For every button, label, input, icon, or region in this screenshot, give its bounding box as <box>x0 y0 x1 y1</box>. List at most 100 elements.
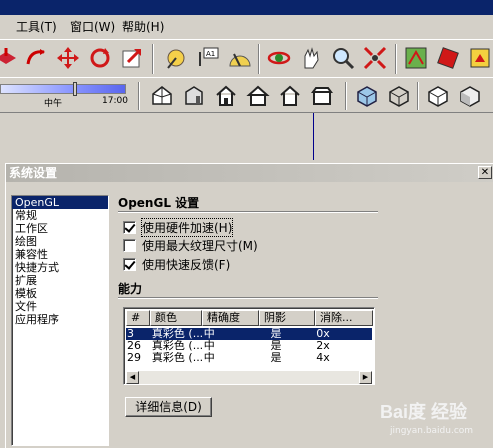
scroll-left-arrow-icon[interactable]: ◀ <box>126 371 139 384</box>
sidebar-item[interactable]: 应用程序 <box>12 313 108 326</box>
menu-help[interactable]: 帮助(H) <box>120 19 166 35</box>
push-pull-icon[interactable] <box>0 44 20 72</box>
table-cell: 是 <box>270 352 282 364</box>
capability-table[interactable]: # 颜色 精确度 阴影 消除... 3 真彩色 (... 中是 0x 26 真彩色 (... 中是 2… <box>123 307 375 385</box>
horizontal-scrollbar[interactable]: ◀ ▶ <box>126 371 372 384</box>
sidebar-item[interactable]: 兼容性 <box>12 248 108 261</box>
sidebar-item[interactable]: 扩展 <box>12 274 108 287</box>
hardware-acceleration-checkbox[interactable] <box>123 220 136 234</box>
toolbar-separator <box>417 82 419 110</box>
components-icon[interactable] <box>434 44 462 72</box>
option-hardware-acceleration[interactable]: 使用硬件加速(H) <box>123 217 234 237</box>
sidebar-item[interactable]: OpenGL <box>12 196 108 209</box>
option-max-texture-size[interactable]: 使用最大纹理尺寸(M) <box>123 237 258 253</box>
fast-feedback-checkbox[interactable] <box>123 257 136 271</box>
dimension-icon[interactable]: A1 <box>194 44 222 72</box>
table-cell: 3 <box>127 328 134 340</box>
sidebar-item[interactable]: 绘图 <box>12 235 108 248</box>
option-fast-feedback[interactable]: 使用快速反馈(F) <box>123 256 230 272</box>
column-header[interactable]: 消除... <box>315 310 373 326</box>
settings-category-list[interactable]: OpenGL 常规 工作区 绘图 兼容性 快捷方式 扩展 模板 文件 应用程序 <box>11 195 109 446</box>
shaded-style-icon[interactable] <box>456 82 484 110</box>
orbit-icon[interactable] <box>265 44 293 72</box>
table-row[interactable]: 29 真彩色 (... 中 是 4x <box>126 352 372 364</box>
sidebar-item[interactable]: 工作区 <box>12 222 108 235</box>
tape-measure-icon[interactable] <box>162 44 190 72</box>
dialog-title: 系统设置 <box>9 166 58 180</box>
pan-hand-icon[interactable] <box>297 44 325 72</box>
sidebar-item[interactable]: 模板 <box>12 287 108 300</box>
column-header[interactable]: # <box>126 310 150 326</box>
fast-feedback-label: 使用快速反馈(F) <box>142 257 231 272</box>
follow-me-icon[interactable] <box>22 44 50 72</box>
baidu-watermark-url: jingyan.baidu.com <box>390 426 474 436</box>
toolbar-separator <box>152 44 154 74</box>
menu-window[interactable]: 窗口(W) <box>68 19 117 35</box>
sidebar-item[interactable]: 文件 <box>12 300 108 313</box>
table-cell: 是 <box>270 340 282 352</box>
section-divider <box>118 211 378 213</box>
menu-tools[interactable]: 工具(T) <box>14 19 59 35</box>
scale-icon[interactable] <box>118 44 146 72</box>
table-cell: 4x <box>316 352 330 364</box>
table-row[interactable]: 3 真彩色 (... 中 是 0x <box>126 328 372 340</box>
table-cell: 真彩色 (... <box>151 352 202 364</box>
table-cell: 29 <box>127 352 141 364</box>
hidden-line-style-icon[interactable] <box>424 82 452 110</box>
table-cell: 0x <box>316 328 330 340</box>
details-button[interactable]: 详细信息(D) <box>125 397 212 417</box>
menu-bar: 工具(T) 窗口(W) 帮助(H) <box>0 15 493 39</box>
wireframe-style-icon[interactable] <box>385 82 413 110</box>
sun-time-slider-thumb[interactable] <box>73 82 77 96</box>
move-icon[interactable] <box>54 44 82 72</box>
table-cell: 真彩色 (... <box>151 328 202 340</box>
sun-slider-end-label: 17:00 <box>102 96 128 106</box>
iso-view-icon[interactable] <box>148 82 176 110</box>
app-title-bar <box>0 0 493 15</box>
blue-axis-line <box>313 113 314 160</box>
table-row[interactable]: 26 真彩色 (... 中 是 2x <box>126 340 372 352</box>
zoom-extents-icon[interactable] <box>361 44 389 72</box>
toolbar-separator <box>345 82 347 110</box>
hardware-acceleration-label: 使用硬件加速(H) <box>140 217 234 237</box>
table-cell: 26 <box>127 340 141 352</box>
sun-time-slider[interactable] <box>0 84 126 94</box>
sun-slider-mid-label: 中午 <box>44 99 63 109</box>
table-cell: 中 <box>203 328 215 340</box>
protractor-icon[interactable] <box>226 44 254 72</box>
back-view-icon[interactable] <box>276 82 304 110</box>
max-texture-size-checkbox[interactable] <box>123 238 136 252</box>
opengl-section-title: OpenGL 设置 <box>118 196 200 210</box>
right-view-icon[interactable] <box>244 82 272 110</box>
front-view-icon[interactable] <box>212 82 240 110</box>
table-cell: 2x <box>316 340 330 352</box>
toolbar-row-1: A1 <box>0 39 493 77</box>
toolbar-separator <box>395 44 397 74</box>
max-texture-size-label: 使用最大纹理尺寸(M) <box>142 238 258 253</box>
zoom-icon[interactable] <box>329 44 357 72</box>
close-button[interactable]: ✕ <box>478 166 492 179</box>
table-cell: 是 <box>270 328 282 340</box>
toolbar-separator <box>138 82 140 110</box>
map-icon[interactable] <box>402 44 430 72</box>
table-cell: 中 <box>203 340 215 352</box>
sidebar-item[interactable]: 常规 <box>12 209 108 222</box>
sidebar-item[interactable]: 快捷方式 <box>12 261 108 274</box>
warehouse-icon[interactable] <box>466 44 493 72</box>
column-header[interactable]: 颜色 <box>150 310 202 326</box>
dialog-title-bar[interactable]: 系统设置 ✕ <box>6 164 493 182</box>
table-cell: 中 <box>203 352 215 364</box>
column-header[interactable]: 阴影 <box>259 310 315 326</box>
baidu-watermark: Bai度 经验 <box>380 402 468 422</box>
scroll-right-arrow-icon[interactable]: ▶ <box>359 371 372 384</box>
column-header[interactable]: 精确度 <box>202 310 259 326</box>
svg-text:A1: A1 <box>206 50 215 58</box>
rotate-icon[interactable] <box>86 44 114 72</box>
toolbar-separator <box>258 44 260 74</box>
section-divider <box>118 297 378 299</box>
table-cell: 真彩色 (... <box>151 340 202 352</box>
xray-style-icon[interactable] <box>353 82 381 110</box>
capability-section-title: 能力 <box>118 282 143 296</box>
top-view-icon[interactable] <box>180 82 208 110</box>
left-view-icon[interactable] <box>308 82 336 110</box>
